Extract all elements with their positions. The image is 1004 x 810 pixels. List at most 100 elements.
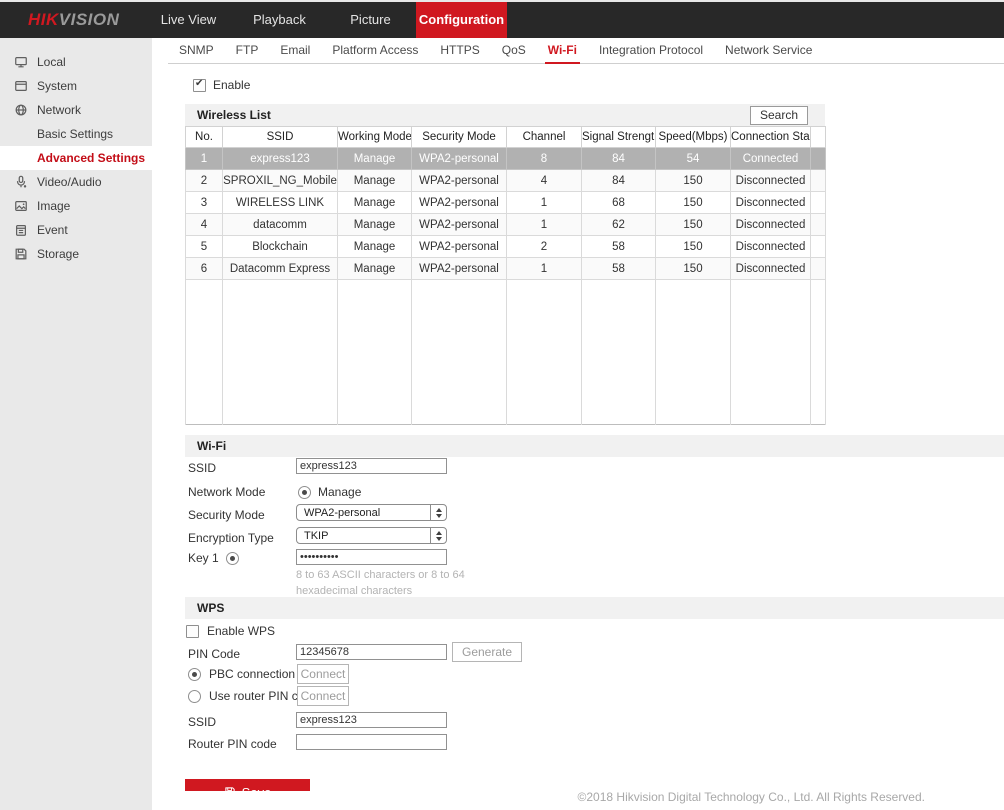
table-cell[interactable]: Disconnected (731, 236, 811, 258)
tab-https[interactable]: HTTPS (429, 38, 490, 63)
table-cell[interactable]: 6 (186, 258, 223, 280)
ssid-input[interactable] (296, 458, 447, 474)
table-cell[interactable]: Manage (338, 214, 412, 236)
sidebar-item-network[interactable]: Network (0, 98, 152, 122)
tab-network-service[interactable]: Network Service (714, 38, 823, 63)
table-cell[interactable]: Manage (338, 170, 412, 192)
use-router-pin-radio[interactable] (188, 690, 201, 703)
enable-wps-checkbox[interactable] (186, 625, 199, 638)
table-cell[interactable] (811, 258, 826, 280)
table-cell[interactable]: 84 (582, 170, 656, 192)
table-row-wireless-link[interactable]: 3WIRELESS LINKManageWPA2-personal168150D… (186, 192, 826, 214)
nav-item-picture[interactable]: Picture (325, 2, 416, 38)
sidebar-item-system[interactable]: System (0, 74, 152, 98)
table-cell[interactable]: 1 (507, 214, 582, 236)
table-cell[interactable]: Disconnected (731, 214, 811, 236)
table-row-express123[interactable]: 1express123ManageWPA2-personal88454Conne… (186, 148, 826, 170)
table-cell[interactable] (811, 170, 826, 192)
table-cell[interactable] (811, 148, 826, 170)
nav-item-live-view[interactable]: Live View (143, 2, 234, 38)
table-cell[interactable]: WPA2-personal (412, 170, 507, 192)
table-cell[interactable]: Disconnected (731, 170, 811, 192)
table-row-datacomm-express[interactable]: 6Datacomm ExpressManageWPA2-personal1581… (186, 258, 826, 280)
table-cell[interactable]: 84 (582, 148, 656, 170)
table-cell[interactable]: 58 (582, 258, 656, 280)
pin-code-input[interactable] (296, 644, 447, 660)
table-cell[interactable]: 150 (656, 236, 731, 258)
sidebar-item-advanced-settings[interactable]: Advanced Settings (0, 146, 152, 170)
sidebar-item-video-audio[interactable]: Video/Audio (0, 170, 152, 194)
tab-qos[interactable]: QoS (491, 38, 537, 63)
table-row-datacomm[interactable]: 4datacommManageWPA2-personal162150Discon… (186, 214, 826, 236)
table-cell[interactable]: Manage (338, 192, 412, 214)
table-cell[interactable]: Datacomm Express (223, 258, 338, 280)
table-cell[interactable] (811, 214, 826, 236)
tab-email[interactable]: Email (269, 38, 321, 63)
pbc-radio[interactable] (188, 668, 201, 681)
table-cell[interactable]: 150 (656, 192, 731, 214)
table-cell[interactable]: 8 (507, 148, 582, 170)
table-cell[interactable]: SPROXIL_NG_Mobile (223, 170, 338, 192)
table-cell[interactable]: 2 (186, 170, 223, 192)
table-cell[interactable]: WPA2-personal (412, 258, 507, 280)
save-button[interactable]: Save (185, 779, 310, 791)
table-cell[interactable]: 4 (507, 170, 582, 192)
router-pin-code-input[interactable] (296, 734, 447, 750)
table-cell[interactable]: 5 (186, 236, 223, 258)
table-cell[interactable]: Manage (338, 148, 412, 170)
table-cell[interactable]: 1 (186, 148, 223, 170)
key1-password-input[interactable] (296, 549, 447, 565)
table-cell[interactable]: Disconnected (731, 192, 811, 214)
tab-platform-access[interactable]: Platform Access (321, 38, 429, 63)
table-cell[interactable]: WIRELESS LINK (223, 192, 338, 214)
table-row-sproxil-ng-mobile[interactable]: 2SPROXIL_NG_MobileManageWPA2-personal484… (186, 170, 826, 192)
key1-radio[interactable] (226, 552, 239, 565)
table-cell[interactable]: Blockchain (223, 236, 338, 258)
generate-button[interactable]: Generate (452, 642, 522, 662)
table-row-blockchain[interactable]: 5BlockchainManageWPA2-personal258150Disc… (186, 236, 826, 258)
table-cell[interactable]: 150 (656, 170, 731, 192)
encryption-type-select[interactable]: TKIP (296, 527, 447, 544)
table-cell[interactable]: 4 (186, 214, 223, 236)
table-cell[interactable]: WPA2-personal (412, 214, 507, 236)
table-cell[interactable]: 150 (656, 214, 731, 236)
security-mode-select[interactable]: WPA2-personal (296, 504, 447, 521)
nav-item-playback[interactable]: Playback (234, 2, 325, 38)
sidebar-item-image[interactable]: Image (0, 194, 152, 218)
table-cell[interactable]: Manage (338, 258, 412, 280)
table-cell[interactable]: 68 (582, 192, 656, 214)
sidebar-item-storage[interactable]: Storage (0, 242, 152, 266)
table-cell[interactable]: 58 (582, 236, 656, 258)
table-cell[interactable]: WPA2-personal (412, 148, 507, 170)
table-cell[interactable]: WPA2-personal (412, 236, 507, 258)
nav-item-configuration[interactable]: Configuration (416, 2, 507, 38)
tab-integration-protocol[interactable]: Integration Protocol (588, 38, 714, 63)
router-pin-connect-button[interactable]: Connect (297, 686, 349, 706)
table-cell[interactable]: Connected (731, 148, 811, 170)
table-cell[interactable]: express123 (223, 148, 338, 170)
table-cell[interactable]: 54 (656, 148, 731, 170)
search-button[interactable]: Search (750, 106, 808, 125)
table-cell[interactable]: 1 (507, 192, 582, 214)
table-cell[interactable]: 1 (507, 258, 582, 280)
sidebar-item-local[interactable]: Local (0, 50, 152, 74)
table-cell[interactable]: 3 (186, 192, 223, 214)
sidebar-item-basic-settings[interactable]: Basic Settings (0, 122, 152, 146)
sidebar-item-event[interactable]: Event (0, 218, 152, 242)
table-cell[interactable]: Manage (338, 236, 412, 258)
table-cell[interactable]: 62 (582, 214, 656, 236)
table-cell[interactable] (811, 236, 826, 258)
table-cell[interactable]: 150 (656, 258, 731, 280)
table-cell[interactable]: WPA2-personal (412, 192, 507, 214)
tab-wi-fi[interactable]: Wi-Fi (537, 38, 588, 63)
table-cell[interactable]: Disconnected (731, 258, 811, 280)
enable-wifi-checkbox[interactable] (193, 79, 206, 92)
table-cell[interactable]: 2 (507, 236, 582, 258)
tab-snmp[interactable]: SNMP (168, 38, 225, 63)
pbc-connect-button[interactable]: Connect (297, 664, 349, 684)
table-cell[interactable]: datacomm (223, 214, 338, 236)
manage-radio[interactable] (298, 486, 311, 499)
tab-ftp[interactable]: FTP (225, 38, 270, 63)
table-cell[interactable] (811, 192, 826, 214)
wps-ssid-input[interactable] (296, 712, 447, 728)
